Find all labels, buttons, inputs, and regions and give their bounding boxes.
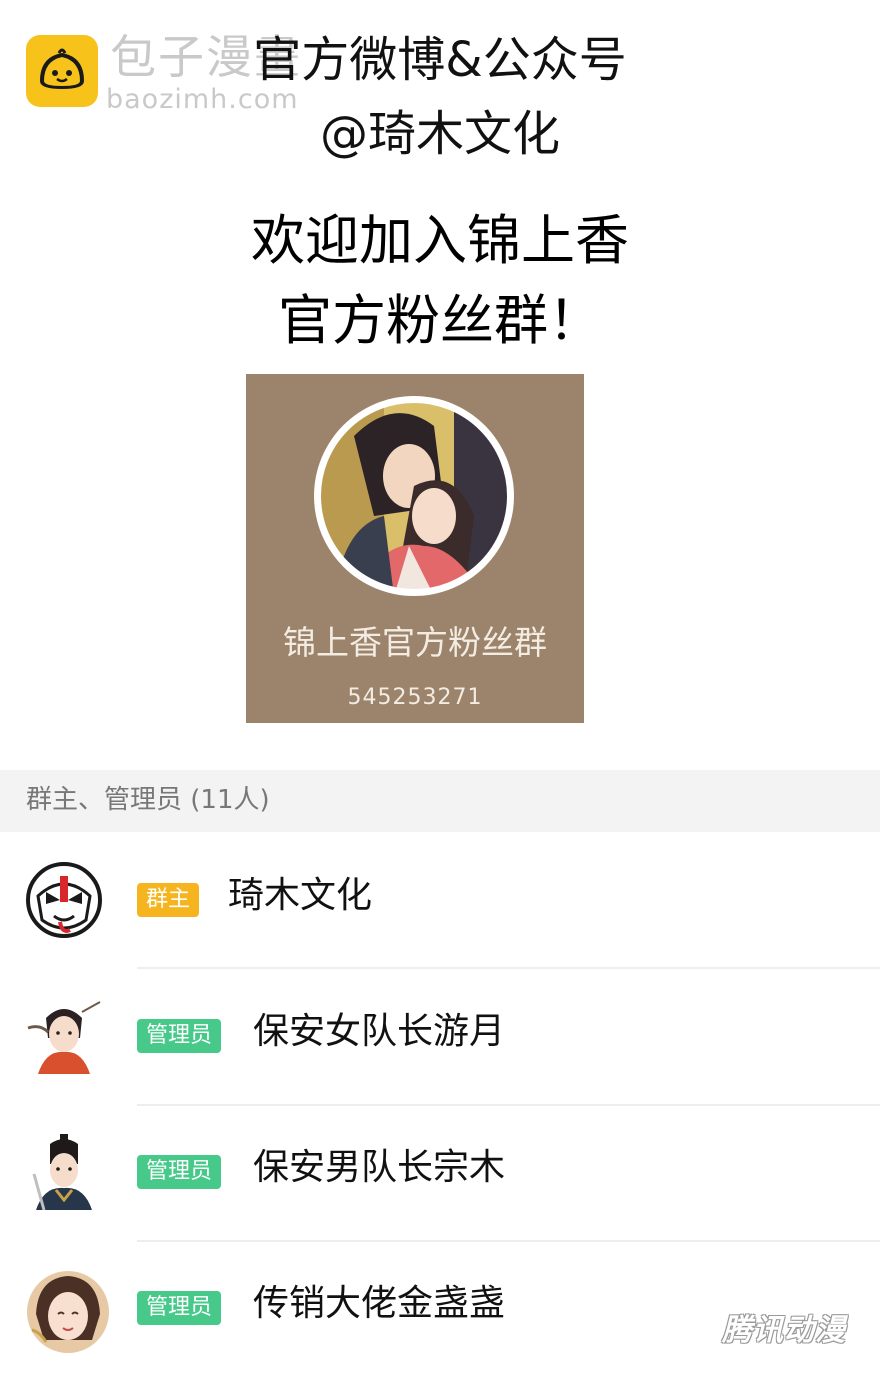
- official-account-handle: @琦木文化: [319, 106, 560, 162]
- admin-badge: 管理员: [137, 1019, 222, 1053]
- female-guard-avatar-icon: [26, 998, 102, 1074]
- admins-section-header: 群主、管理员 (11人): [0, 770, 880, 832]
- group-name: 锦上香官方粉丝群: [283, 623, 547, 662]
- member-row-admin[interactable]: 管理员 保安女队长游月: [0, 968, 880, 1104]
- admins-section-label: 群主、管理员 (11人): [26, 785, 270, 815]
- welcome-line-2: 官方粉丝群！: [278, 289, 602, 352]
- lady-avatar-icon: [26, 1270, 109, 1353]
- watermark-domain: baozimh.com: [106, 84, 299, 115]
- opera-mask-avatar-icon: [26, 862, 102, 938]
- group-card[interactable]: 锦上香官方粉丝群 545253271: [246, 374, 584, 723]
- welcome-line-1: 欢迎加入锦上香: [251, 209, 629, 272]
- member-name: 传销大佬金盏盏: [253, 1283, 506, 1324]
- group-id: 545253271: [347, 685, 483, 710]
- member-row-owner[interactable]: 群主 琦木文化: [0, 832, 880, 968]
- official-weibo-title: 官方微博&公众号: [253, 32, 627, 88]
- member-name: 保安女队长游月: [253, 1011, 506, 1052]
- owner-badge: 群主: [137, 883, 200, 917]
- member-name: 琦木文化: [228, 875, 373, 916]
- corner-watermark: 腾讯动漫: [722, 1313, 846, 1348]
- male-guard-avatar-icon: [26, 1134, 102, 1211]
- member-row-admin[interactable]: 管理员 传销大佬金盏盏: [0, 1240, 880, 1376]
- member-name: 保安男队长宗木: [253, 1147, 506, 1188]
- admin-badge: 管理员: [137, 1155, 222, 1189]
- member-row-admin[interactable]: 管理员 保安男队长宗木: [0, 1104, 880, 1240]
- couple-illustration-icon: [314, 396, 514, 596]
- admin-badge: 管理员: [137, 1291, 222, 1325]
